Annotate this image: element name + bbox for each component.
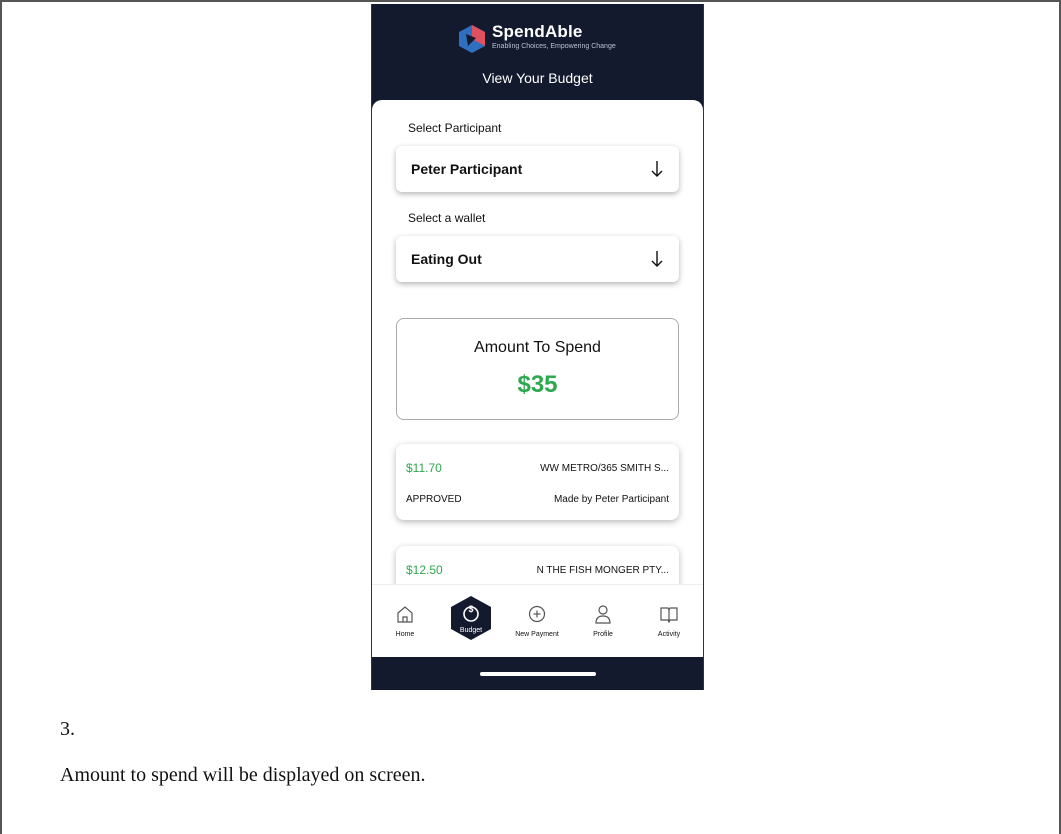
svg-text:$: $	[468, 604, 473, 614]
app-tagline: Enabling Choices, Empowering Change	[492, 43, 616, 50]
participant-select[interactable]: Peter Participant	[396, 146, 679, 192]
app-header: SpendAble Enabling Choices, Empowering C…	[372, 4, 703, 104]
transaction-card[interactable]: $11.70 WW METRO/365 SMITH S... APPROVED …	[396, 444, 679, 520]
nav-item-profile[interactable]: Profile	[570, 585, 636, 657]
amount-value: $35	[517, 371, 558, 398]
nav-label-budget: Budget	[459, 627, 483, 634]
home-icon	[397, 606, 413, 623]
transaction-amount: $11.70	[406, 461, 442, 475]
home-indicator[interactable]	[480, 672, 596, 676]
nav-label-profile: Profile	[593, 631, 613, 638]
nav-item-activity[interactable]: Activity	[636, 585, 702, 657]
wallet-value: Eating Out	[411, 251, 482, 267]
phone-screenshot: SpendAble Enabling Choices, Empowering C…	[371, 4, 704, 690]
step-caption: Amount to spend will be displayed on scr…	[60, 764, 426, 786]
amount-card: Amount To Spend $35	[396, 318, 679, 420]
bottom-nav: Home $ Budget New Payment Profile Activi…	[372, 584, 703, 657]
participant-label: Select Participant	[408, 121, 502, 135]
nav-item-new-payment[interactable]: New Payment	[504, 585, 570, 657]
transaction-status: APPROVED	[406, 494, 462, 505]
nav-item-home[interactable]: Home	[372, 585, 438, 657]
step-number: 3.	[60, 718, 75, 740]
arrow-down-icon	[651, 161, 663, 177]
nav-item-budget[interactable]: $ Budget	[438, 585, 504, 657]
transaction-merchant: WW METRO/365 SMITH S...	[540, 463, 669, 474]
book-icon	[660, 607, 678, 624]
nav-label-home: Home	[395, 631, 415, 638]
transaction-amount: $12.50	[406, 563, 443, 577]
transaction-merchant: N THE FISH MONGER PTY...	[536, 565, 669, 576]
transaction-card[interactable]: $12.50 N THE FISH MONGER PTY...	[396, 546, 679, 584]
dollar-icon: $	[468, 604, 473, 614]
transaction-made-by: Made by Peter Participant	[553, 494, 669, 505]
spendable-logo-icon	[459, 25, 485, 53]
user-icon	[595, 605, 611, 624]
nav-label-new-payment: New Payment	[515, 631, 559, 638]
app-name: SpendAble	[492, 22, 583, 41]
wallet-select[interactable]: Eating Out	[396, 236, 679, 282]
participant-value: Peter Participant	[411, 161, 523, 177]
budget-content: Select Participant Peter Participant Sel…	[372, 100, 703, 584]
amount-title: Amount To Spend	[474, 339, 601, 356]
arrow-down-icon	[651, 251, 663, 267]
nav-label-activity: Activity	[657, 631, 681, 638]
screen-title: View Your Budget	[482, 70, 593, 86]
plus-circle-icon	[528, 605, 546, 623]
wallet-label: Select a wallet	[408, 211, 486, 225]
